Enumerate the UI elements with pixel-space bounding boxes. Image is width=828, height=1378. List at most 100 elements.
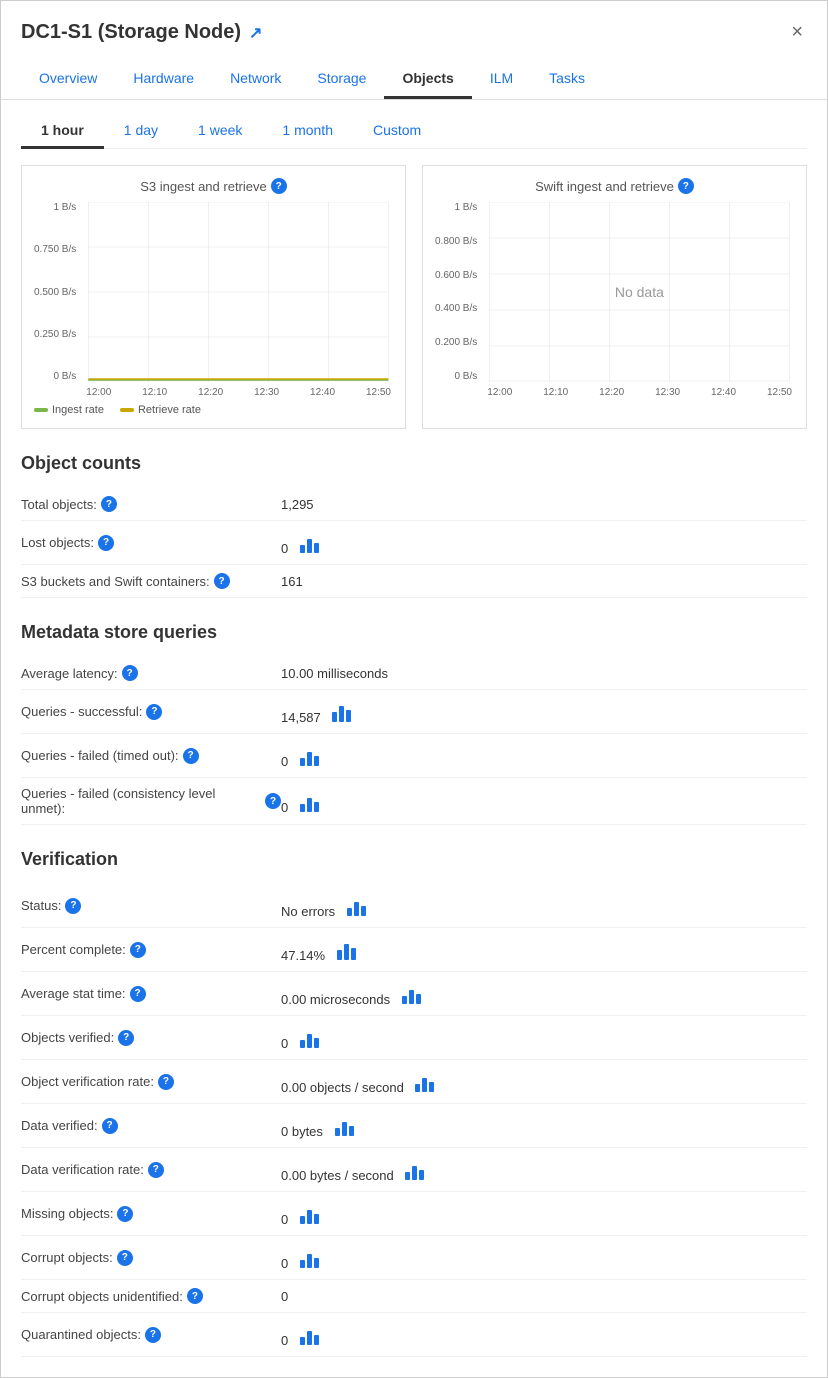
nav-tab-tasks[interactable]: Tasks xyxy=(531,60,603,99)
nav-tab-ilm[interactable]: ILM xyxy=(472,60,531,99)
nav-tab-objects[interactable]: Objects xyxy=(384,60,471,99)
swift-chart-title: Swift ingest and retrieve ? xyxy=(435,178,794,194)
total-objects-label: Total objects: ? xyxy=(21,496,281,512)
avg-stat-time-label: Average stat time: ? xyxy=(21,986,281,1002)
avg-stat-time-chart[interactable] xyxy=(402,980,430,1004)
total-objects-row: Total objects: ? 1,295 xyxy=(21,488,807,521)
missing-objects-chart[interactable] xyxy=(300,1200,328,1224)
queries-unmet-chart[interactable] xyxy=(300,788,328,812)
modal-container: DC1-S1 (Storage Node) ↗ × OverviewHardwa… xyxy=(0,0,828,1378)
retrieve-color xyxy=(120,408,134,412)
s3-ingest-legend: Ingest rate xyxy=(34,404,104,416)
total-objects-help[interactable]: ? xyxy=(101,496,117,512)
close-button[interactable]: × xyxy=(787,17,807,48)
status-help[interactable]: ? xyxy=(65,898,81,914)
lost-objects-value: 0 xyxy=(281,529,807,556)
s3-buckets-row: S3 buckets and Swift containers: ? 161 xyxy=(21,565,807,598)
objects-verified-chart[interactable] xyxy=(300,1024,328,1048)
corrupt-unidentified-value: 0 xyxy=(281,1289,807,1304)
data-verified-value: 0 bytes xyxy=(281,1112,807,1139)
metadata-queries-section: Metadata store queries Average latency: … xyxy=(21,622,807,825)
title-row: DC1-S1 (Storage Node) ↗ × xyxy=(21,17,807,48)
corrupt-objects-value: 0 xyxy=(281,1244,807,1271)
avg-latency-label: Average latency: ? xyxy=(21,665,281,681)
missing-objects-value: 0 xyxy=(281,1200,807,1227)
queries-successful-help[interactable]: ? xyxy=(146,704,162,720)
time-tab-bar: 1 hour1 day1 week1 monthCustom xyxy=(21,100,807,149)
corrupt-unidentified-row: Corrupt objects unidentified: ? 0 xyxy=(21,1280,807,1313)
swift-chart-area: No data 12:00 12:10 12:20 12:30 12:40 12… xyxy=(485,202,794,398)
object-verification-rate-help[interactable]: ? xyxy=(158,1074,174,1090)
avg-stat-time-help[interactable]: ? xyxy=(130,986,146,1002)
avg-stat-time-value: 0.00 microseconds xyxy=(281,980,807,1007)
verification-title: Verification xyxy=(21,849,807,870)
queries-successful-chart[interactable] xyxy=(332,698,360,722)
object-counts-section: Object counts Total objects: ? 1,295 Los… xyxy=(21,453,807,598)
percent-complete-value: 47.14% xyxy=(281,936,807,963)
nav-tab-storage[interactable]: Storage xyxy=(299,60,384,99)
object-verification-rate-row: Object verification rate: ? 0.00 objects… xyxy=(21,1060,807,1104)
status-chart[interactable] xyxy=(347,892,375,916)
quarantined-objects-help[interactable]: ? xyxy=(145,1327,161,1343)
quarantined-objects-row: Quarantined objects: ? 0 xyxy=(21,1313,807,1357)
s3-buckets-label: S3 buckets and Swift containers: ? xyxy=(21,573,281,589)
avg-latency-help[interactable]: ? xyxy=(122,665,138,681)
object-verification-rate-chart[interactable] xyxy=(415,1068,443,1092)
nav-tab-overview[interactable]: Overview xyxy=(21,60,115,99)
percent-complete-label: Percent complete: ? xyxy=(21,942,281,958)
nav-tab-hardware[interactable]: Hardware xyxy=(115,60,212,99)
objects-verified-label: Objects verified: ? xyxy=(21,1030,281,1046)
main-content: 1 hour1 day1 week1 monthCustom S3 ingest… xyxy=(1,100,827,1377)
s3-chart-title: S3 ingest and retrieve ? xyxy=(34,178,393,194)
queries-unmet-label: Queries - failed (consistency level unme… xyxy=(21,786,281,816)
percent-complete-chart[interactable] xyxy=(337,936,365,960)
object-verification-rate-label: Object verification rate: ? xyxy=(21,1074,281,1090)
avg-latency-value: 10.00 milliseconds xyxy=(281,666,807,681)
lost-objects-row: Lost objects: ? 0 xyxy=(21,521,807,565)
queries-timedout-row: Queries - failed (timed out): ? 0 xyxy=(21,734,807,778)
time-tab-custom[interactable]: Custom xyxy=(353,114,441,149)
quarantined-objects-chart[interactable] xyxy=(300,1321,328,1345)
data-verification-rate-chart[interactable] xyxy=(405,1156,433,1180)
data-verified-help[interactable]: ? xyxy=(102,1118,118,1134)
corrupt-unidentified-help[interactable]: ? xyxy=(187,1288,203,1304)
queries-unmet-help[interactable]: ? xyxy=(265,793,281,809)
queries-unmet-row: Queries - failed (consistency level unme… xyxy=(21,778,807,825)
missing-objects-row: Missing objects: ? 0 xyxy=(21,1192,807,1236)
queries-timedout-chart[interactable] xyxy=(300,742,328,766)
s3-chart-svg xyxy=(84,202,393,382)
s3-help-icon[interactable]: ? xyxy=(271,178,287,194)
s3-buckets-help[interactable]: ? xyxy=(214,573,230,589)
swift-chart-box: Swift ingest and retrieve ? 1 B/s 0.800 … xyxy=(422,165,807,429)
lost-objects-help[interactable]: ? xyxy=(98,535,114,551)
swift-help-icon[interactable]: ? xyxy=(678,178,694,194)
data-verification-rate-value: 0.00 bytes / second xyxy=(281,1156,807,1183)
queries-successful-row: Queries - successful: ? 14,587 xyxy=(21,690,807,734)
title-text: DC1-S1 (Storage Node) xyxy=(21,21,241,44)
queries-unmet-value: 0 xyxy=(281,788,807,815)
queries-successful-value: 14,587 xyxy=(281,698,807,725)
avg-latency-row: Average latency: ? 10.00 milliseconds xyxy=(21,657,807,690)
lost-objects-chart[interactable] xyxy=(300,529,328,553)
object-counts-title: Object counts xyxy=(21,453,807,474)
s3-buckets-value: 161 xyxy=(281,574,807,589)
time-tab-1-month[interactable]: 1 month xyxy=(262,114,353,149)
external-link-icon[interactable]: ↗ xyxy=(249,23,262,43)
corrupt-objects-chart[interactable] xyxy=(300,1244,328,1268)
missing-objects-help[interactable]: ? xyxy=(117,1206,133,1222)
queries-timedout-value: 0 xyxy=(281,742,807,769)
percent-complete-help[interactable]: ? xyxy=(130,942,146,958)
status-label: Status: ? xyxy=(21,898,281,914)
time-tab-1-week[interactable]: 1 week xyxy=(178,114,262,149)
data-verified-chart[interactable] xyxy=(335,1112,363,1136)
objects-verified-row: Objects verified: ? 0 xyxy=(21,1016,807,1060)
time-tab-1-day[interactable]: 1 day xyxy=(104,114,178,149)
queries-timedout-help[interactable]: ? xyxy=(183,748,199,764)
time-tab-1-hour[interactable]: 1 hour xyxy=(21,114,104,149)
avg-stat-time-row: Average stat time: ? 0.00 microseconds xyxy=(21,972,807,1016)
nav-tab-network[interactable]: Network xyxy=(212,60,299,99)
corrupt-objects-help[interactable]: ? xyxy=(117,1250,133,1266)
objects-verified-help[interactable]: ? xyxy=(118,1030,134,1046)
data-verified-row: Data verified: ? 0 bytes xyxy=(21,1104,807,1148)
data-verification-rate-help[interactable]: ? xyxy=(148,1162,164,1178)
